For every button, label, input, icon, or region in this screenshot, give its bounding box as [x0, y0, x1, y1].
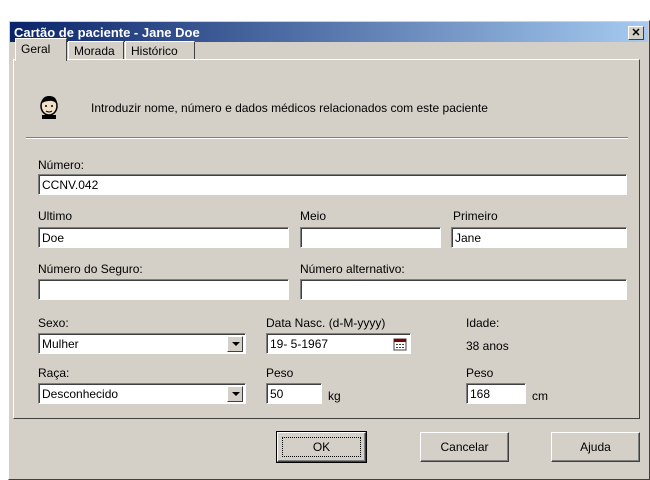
ok-label: OK: [282, 437, 361, 457]
primeiro-label: Primeiro: [453, 209, 498, 223]
primeiro-input[interactable]: [451, 227, 627, 248]
seguro-label: Número do Seguro:: [38, 262, 143, 276]
help-button[interactable]: Ajuda: [551, 432, 640, 462]
sexo-label: Sexo:: [38, 316, 69, 330]
tab-historico[interactable]: Histórico: [125, 41, 195, 60]
meio-input[interactable]: [300, 227, 441, 248]
meio-label: Meio: [300, 209, 327, 223]
ok-button[interactable]: OK: [276, 431, 367, 463]
data-nasc-label: Data Nasc. (d-M-yyyy): [266, 316, 386, 330]
tab-morada[interactable]: Morada: [68, 41, 124, 60]
raca-value: Desconhecido: [42, 387, 119, 401]
close-button[interactable]: ✕: [628, 26, 644, 40]
data-nasc-picker[interactable]: 19- 5-1967: [266, 333, 411, 354]
raca-select[interactable]: Desconhecido: [38, 383, 246, 404]
seguro-input[interactable]: [38, 279, 289, 300]
info-description: Introduzir nome, número e dados médicos …: [91, 101, 488, 115]
close-icon: ✕: [631, 27, 641, 39]
numero-input[interactable]: [38, 174, 627, 195]
alternativo-input[interactable]: [300, 279, 627, 300]
peso-label: Peso: [266, 366, 294, 380]
person-head-icon: [40, 96, 58, 119]
altura-unit: cm: [532, 389, 548, 403]
alternativo-label: Número alternativo:: [300, 262, 405, 276]
cancel-button[interactable]: Cancelar: [420, 432, 509, 462]
sexo-value: Mulher: [42, 337, 79, 351]
raca-label: Raça:: [38, 366, 70, 380]
peso-input[interactable]: [266, 383, 322, 404]
sexo-select[interactable]: Mulher: [38, 333, 246, 354]
chevron-down-icon[interactable]: [227, 386, 243, 402]
peso-unit: kg: [328, 389, 341, 403]
title-bar: Cartão de paciente - Jane Doe ✕: [10, 22, 648, 42]
altura-input[interactable]: [466, 383, 526, 404]
tab-geral[interactable]: Geral: [15, 38, 67, 61]
separator: [26, 137, 628, 139]
chevron-down-icon[interactable]: [227, 336, 243, 352]
ultimo-input[interactable]: [38, 227, 289, 248]
idade-value: 38 anos: [466, 339, 509, 353]
ultimo-label: Ultimo: [38, 209, 73, 223]
numero-label: Número:: [38, 158, 85, 172]
data-nasc-value: 19- 5-1967: [270, 337, 329, 351]
idade-label: Idade:: [466, 316, 500, 330]
altura-label: Peso: [466, 366, 494, 380]
calendar-icon[interactable]: [393, 337, 407, 351]
